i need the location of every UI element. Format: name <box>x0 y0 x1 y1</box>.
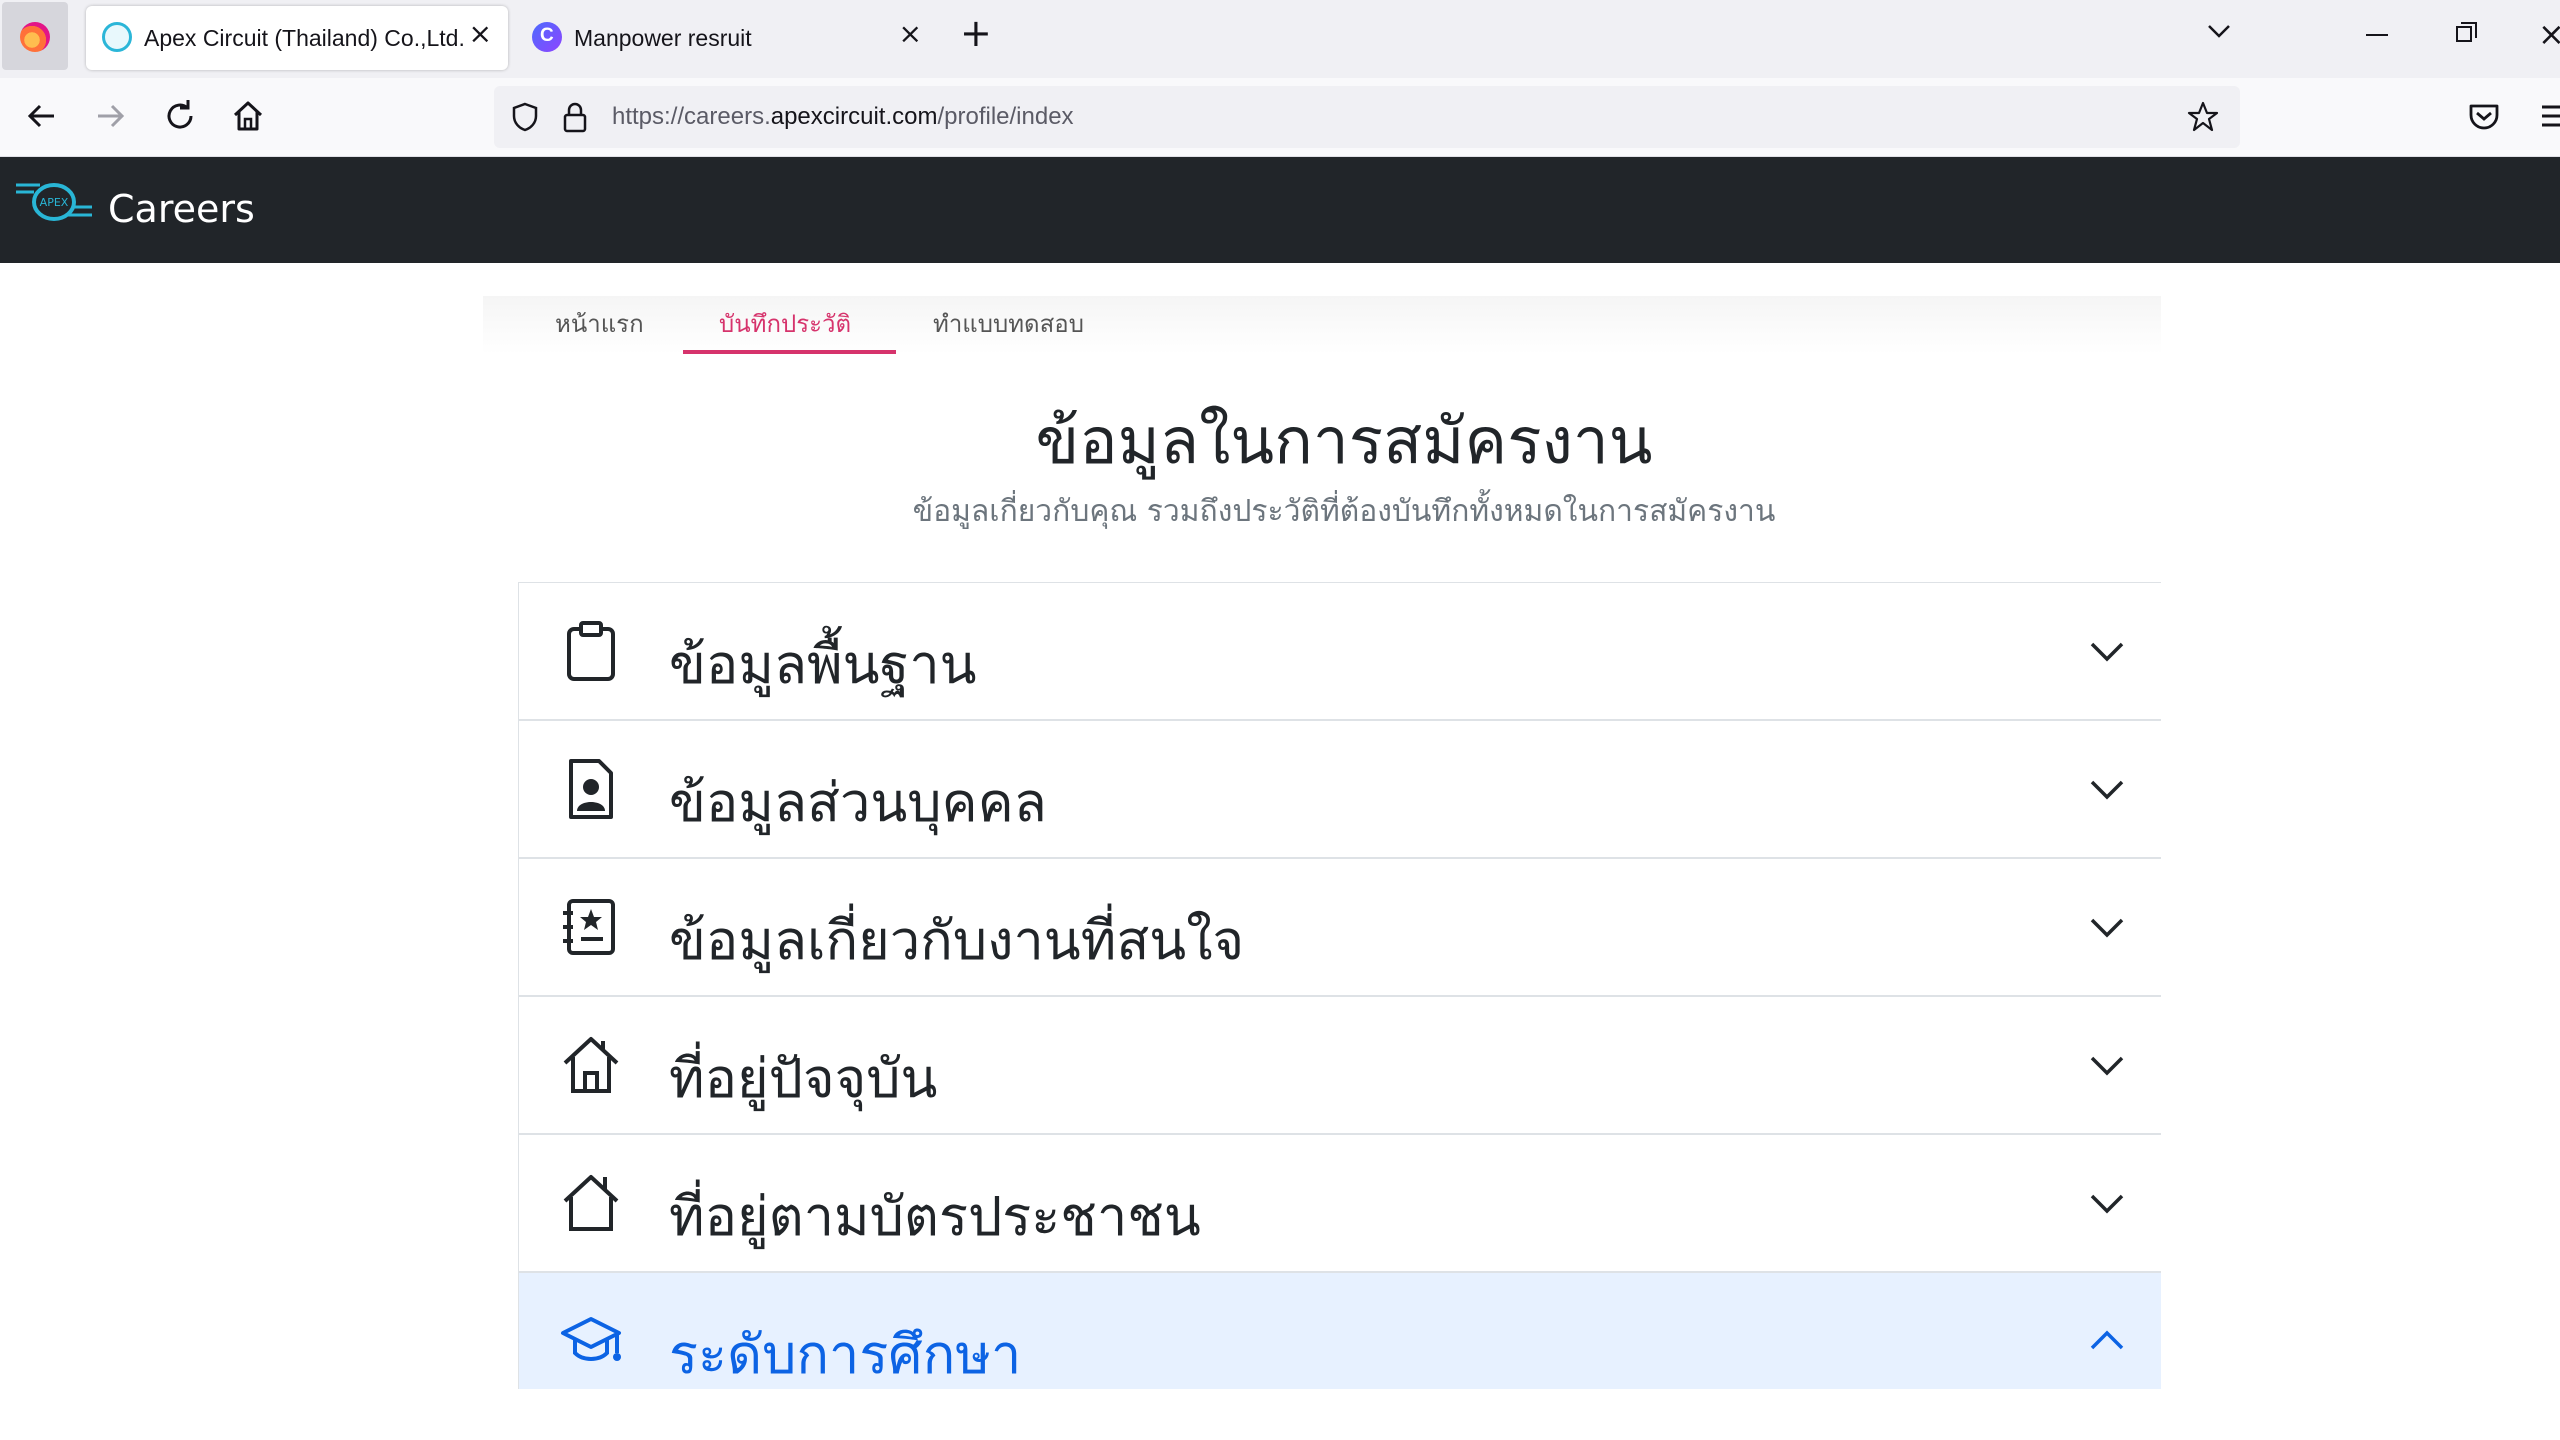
chevron-down-icon <box>2090 642 2124 662</box>
url-text[interactable]: https://careers.apexcircuit.com/profile/… <box>612 103 1074 131</box>
accordion-label: ข้อมูลพื้นฐาน <box>669 633 977 696</box>
firefox-menu-button[interactable] <box>2 2 68 70</box>
accordion-item-job-interest[interactable]: ข้อมูลเกี่ยวกับงานที่สนใจ <box>518 859 2161 997</box>
brand-title[interactable]: Careers <box>108 187 255 231</box>
minimize-window-icon[interactable] <box>2366 34 2388 36</box>
accordion-item-current-address[interactable]: ที่อยู่ปัจจุบัน <box>518 997 2161 1135</box>
firefox-logo-icon <box>20 22 50 52</box>
tab-title: Apex Circuit (Thailand) Co.,Ltd. <box>144 25 465 51</box>
accordion-item-basic-info[interactable]: ข้อมูลพื้นฐาน <box>518 583 2161 721</box>
bookmark-star-icon[interactable] <box>2186 100 2220 134</box>
chevron-up-icon <box>2090 1330 2124 1350</box>
accordion-item-personal-info[interactable]: ข้อมูลส่วนบุคคล <box>518 721 2161 859</box>
page-subtitle: ข้อมูลเกี่ยวกับคุณ รวมถึงประวัติที่ต้องบ… <box>912 494 1776 529</box>
pocket-icon[interactable] <box>2464 96 2504 136</box>
house-door-icon <box>563 1037 619 1093</box>
forward-arrow-icon[interactable] <box>90 96 130 136</box>
person-badge-icon <box>569 759 613 819</box>
home-icon[interactable] <box>228 96 268 136</box>
accordion-item-id-card-address[interactable]: ที่อยู่ตามบัตรประชาชน <box>518 1135 2161 1273</box>
url-bar[interactable]: https://careers.apexcircuit.com/profile/… <box>494 86 2240 148</box>
tracking-protection-shield-icon[interactable] <box>508 100 542 134</box>
apex-favicon-icon <box>102 22 132 52</box>
apex-logo-icon[interactable]: APEX <box>14 177 94 227</box>
accordion-label: ที่อยู่ตามบัตรประชาชน <box>669 1185 1201 1248</box>
chevron-down-icon <box>2090 918 2124 938</box>
restore-window-icon[interactable] <box>2456 22 2477 42</box>
chevron-down-icon <box>2090 780 2124 800</box>
manpower-favicon-icon <box>532 22 562 52</box>
new-tab-plus-icon[interactable]: + <box>960 14 992 52</box>
browser-tab-manpower[interactable]: Manpower resruit × <box>516 6 938 70</box>
mortarboard-icon <box>561 1317 621 1361</box>
page-nav: หน้าแรก บันทึกประวัติ ทำแบบทดสอบ <box>483 296 2161 354</box>
browser-nav-bar: https://careers.apexcircuit.com/profile/… <box>0 78 2560 157</box>
url-path: /profile/index <box>937 103 1074 130</box>
tab-title: Manpower resruit <box>574 25 752 51</box>
accordion-label: ระดับการศึกษา <box>669 1323 1022 1386</box>
url-prefix: https://careers. <box>612 103 771 130</box>
lock-icon[interactable] <box>560 100 590 134</box>
chevron-down-icon <box>2090 1056 2124 1076</box>
close-tab-icon[interactable]: × <box>899 20 922 48</box>
url-domain: apexcircuit.com <box>770 103 938 130</box>
accordion-label: ข้อมูลเกี่ยวกับงานที่สนใจ <box>669 909 1245 972</box>
site-header: APEX Careers <box>0 157 2560 263</box>
clipboard-icon <box>567 621 615 681</box>
back-arrow-icon[interactable] <box>22 96 62 136</box>
chevron-down-icon <box>2090 1194 2124 1214</box>
nav-profile-link[interactable]: บันทึกประวัติ <box>719 304 851 343</box>
journal-bookmark-icon <box>563 899 615 955</box>
profile-accordion: ข้อมูลพื้นฐาน ข้อมูลส่วนบุคคล ข้อมูลเกี่… <box>518 582 2161 1389</box>
close-window-icon[interactable]: × <box>2538 18 2560 50</box>
close-tab-icon[interactable]: × <box>469 20 492 48</box>
svg-text:APEX: APEX <box>40 196 69 209</box>
nav-home-link[interactable]: หน้าแรก <box>555 304 644 343</box>
active-tab-underline <box>683 350 896 354</box>
accordion-label: ข้อมูลส่วนบุคคล <box>669 771 1047 834</box>
accordion-label: ที่อยู่ปัจจุบัน <box>669 1047 938 1110</box>
list-all-tabs-chevron-icon[interactable] <box>2204 16 2234 46</box>
house-outline-icon <box>563 1175 619 1231</box>
page-title: ข้อมูลในการสมัครงาน <box>1035 405 1653 479</box>
nav-test-link[interactable]: ทำแบบทดสอบ <box>933 304 1084 343</box>
browser-tab-apex[interactable]: Apex Circuit (Thailand) Co.,Ltd. × <box>86 6 508 70</box>
accordion-item-education[interactable]: ระดับการศึกษา <box>518 1273 2161 1389</box>
browser-tab-bar: Apex Circuit (Thailand) Co.,Ltd. × Manpo… <box>0 0 2560 78</box>
reload-icon[interactable] <box>160 96 200 136</box>
app-menu-hamburger-icon[interactable] <box>2536 96 2560 136</box>
